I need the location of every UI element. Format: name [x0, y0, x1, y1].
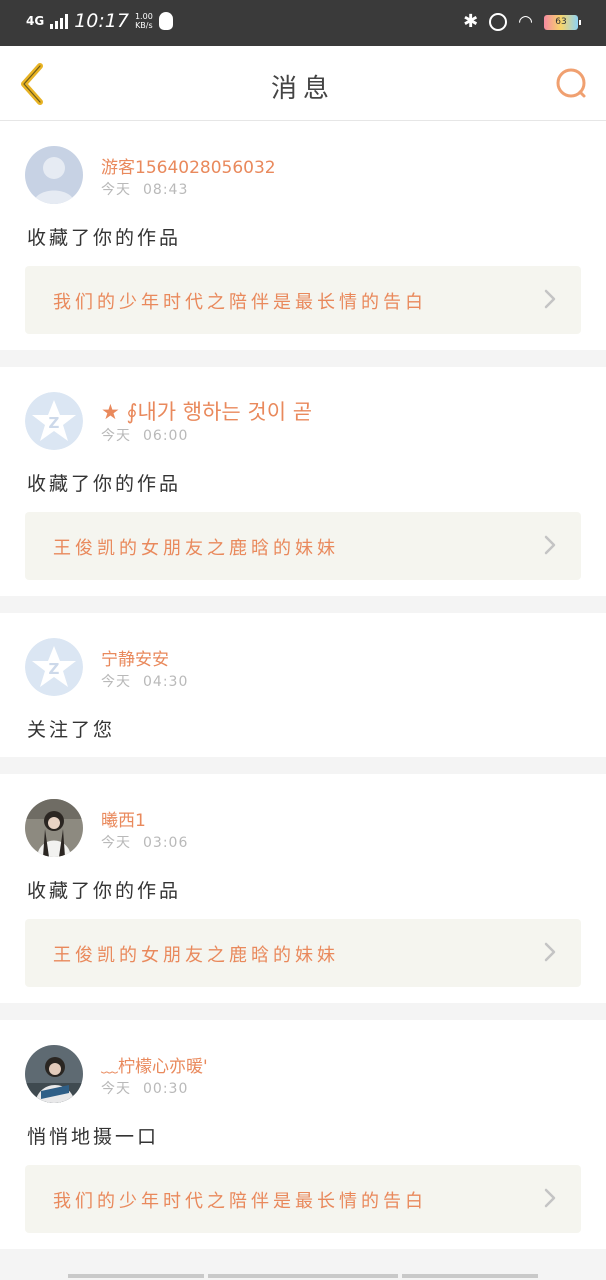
work-link[interactable]: 我们的少年时代之陪伴是最长情的告白 — [25, 1165, 581, 1233]
avatar[interactable] — [25, 146, 83, 204]
message-item[interactable]: Z 宁静安安 今天 04:30 关注了您 — [0, 613, 606, 757]
time: 00:30 — [143, 1081, 189, 1097]
work-link[interactable]: 我们的少年时代之陪伴是最长情的告白 — [25, 266, 581, 334]
timestamp: 今天 06:00 — [101, 425, 188, 445]
username[interactable]: 宁静安安 — [101, 645, 169, 670]
date: 今天 — [101, 1081, 131, 1097]
network-label: 4G — [26, 14, 45, 28]
time: 03:06 — [143, 835, 189, 851]
work-title: 我们的少年时代之陪伴是最长情的告白 — [53, 292, 427, 313]
net-speed-value: 1.00 — [134, 12, 153, 21]
date: 今天 — [101, 428, 131, 444]
message-item[interactable]: ﹏柠檬心亦暖' 今天 00:30 悄悄地摄一口 我们的少年时代之陪伴是最长情的告白 — [0, 1020, 606, 1249]
search-icon — [556, 68, 586, 98]
action-text: 悄悄地摄一口 — [27, 1126, 160, 1148]
avatar[interactable] — [25, 799, 83, 857]
action-text: 收藏了你的作品 — [27, 227, 182, 249]
header-bar: 消息 — [0, 46, 606, 121]
action-text: 收藏了你的作品 — [27, 880, 182, 902]
chevron-right-icon — [544, 942, 556, 962]
time: 04:30 — [143, 674, 189, 690]
svg-text:Z: Z — [49, 414, 60, 432]
avatar[interactable] — [25, 1045, 83, 1103]
work-link[interactable]: 王俊凯的女朋友之鹿晗的妹妹 — [25, 919, 581, 987]
timestamp: 今天 04:30 — [101, 671, 188, 691]
nav-gesture-bar — [402, 1274, 538, 1278]
nav-gesture-bar — [208, 1274, 398, 1278]
username[interactable]: 游客1564028056032 — [101, 153, 276, 178]
photo-avatar — [25, 799, 83, 857]
photo-avatar — [25, 1045, 83, 1103]
status-right: ✱ ◠ 63 — [463, 11, 581, 32]
chevron-right-icon — [544, 289, 556, 309]
timestamp: 今天 08:43 — [101, 179, 188, 199]
alarm-icon — [489, 13, 508, 31]
battery-icon: 63 — [544, 14, 581, 30]
action-text: 关注了您 — [27, 719, 116, 741]
work-link[interactable]: 王俊凯的女朋友之鹿晗的妹妹 — [25, 512, 581, 580]
status-bar: 4G 10:17 1.00 KB/s ✱ ◠ 63 — [0, 0, 606, 46]
date: 今天 — [101, 182, 131, 198]
username[interactable]: ﹏柠檬心亦暖' — [101, 1052, 208, 1077]
message-item[interactable]: 曦西1 今天 03:06 收藏了你的作品 王俊凯的女朋友之鹿晗的妹妹 — [0, 774, 606, 1003]
work-title: 我们的少年时代之陪伴是最长情的告白 — [53, 1191, 427, 1212]
date: 今天 — [101, 835, 131, 851]
time: 08:43 — [143, 182, 189, 198]
default-user-avatar — [25, 146, 83, 204]
work-title: 王俊凯的女朋友之鹿晗的妹妹 — [53, 538, 339, 559]
nav-gesture-bar — [68, 1274, 204, 1278]
wifi-icon: ◠ — [518, 12, 533, 32]
signal-icon — [50, 13, 69, 29]
message-item[interactable]: 游客1564028056032 今天 08:43 收藏了你的作品 我们的少年时代之… — [0, 121, 606, 350]
time: 06:00 — [143, 428, 189, 444]
status-left: 4G 10:17 1.00 KB/s — [26, 10, 173, 32]
clock: 10:17 — [74, 10, 129, 32]
timestamp: 今天 00:30 — [101, 1078, 188, 1098]
avatar[interactable]: Z — [25, 638, 83, 696]
date: 今天 — [101, 674, 131, 690]
avatar[interactable]: Z — [25, 392, 83, 450]
qzone-star-avatar: Z — [25, 638, 83, 696]
chevron-right-icon — [544, 1188, 556, 1208]
work-title: 王俊凯的女朋友之鹿晗的妹妹 — [53, 945, 339, 966]
page-title: 消息 — [270, 74, 335, 104]
svg-text:Z: Z — [49, 660, 60, 678]
net-speed-unit: KB/s — [135, 21, 153, 30]
message-item[interactable]: Z ★ ∮내가 행하는 것이 곧 今天 06:00 收藏了你的作品 王俊凯的女朋友… — [0, 367, 606, 596]
search-button[interactable] — [554, 66, 590, 102]
username[interactable]: ★ ∮내가 행하는 것이 곧 — [101, 396, 312, 426]
qzone-star-avatar: Z — [25, 392, 83, 450]
action-text: 收藏了你的作品 — [27, 473, 182, 495]
qq-icon — [158, 12, 173, 30]
username[interactable]: 曦西1 — [101, 806, 146, 831]
chevron-right-icon — [544, 535, 556, 555]
timestamp: 今天 03:06 — [101, 832, 188, 852]
bluetooth-icon: ✱ — [463, 11, 479, 32]
battery-level: 63 — [555, 16, 567, 27]
net-speed: 1.00 KB/s — [135, 12, 153, 30]
